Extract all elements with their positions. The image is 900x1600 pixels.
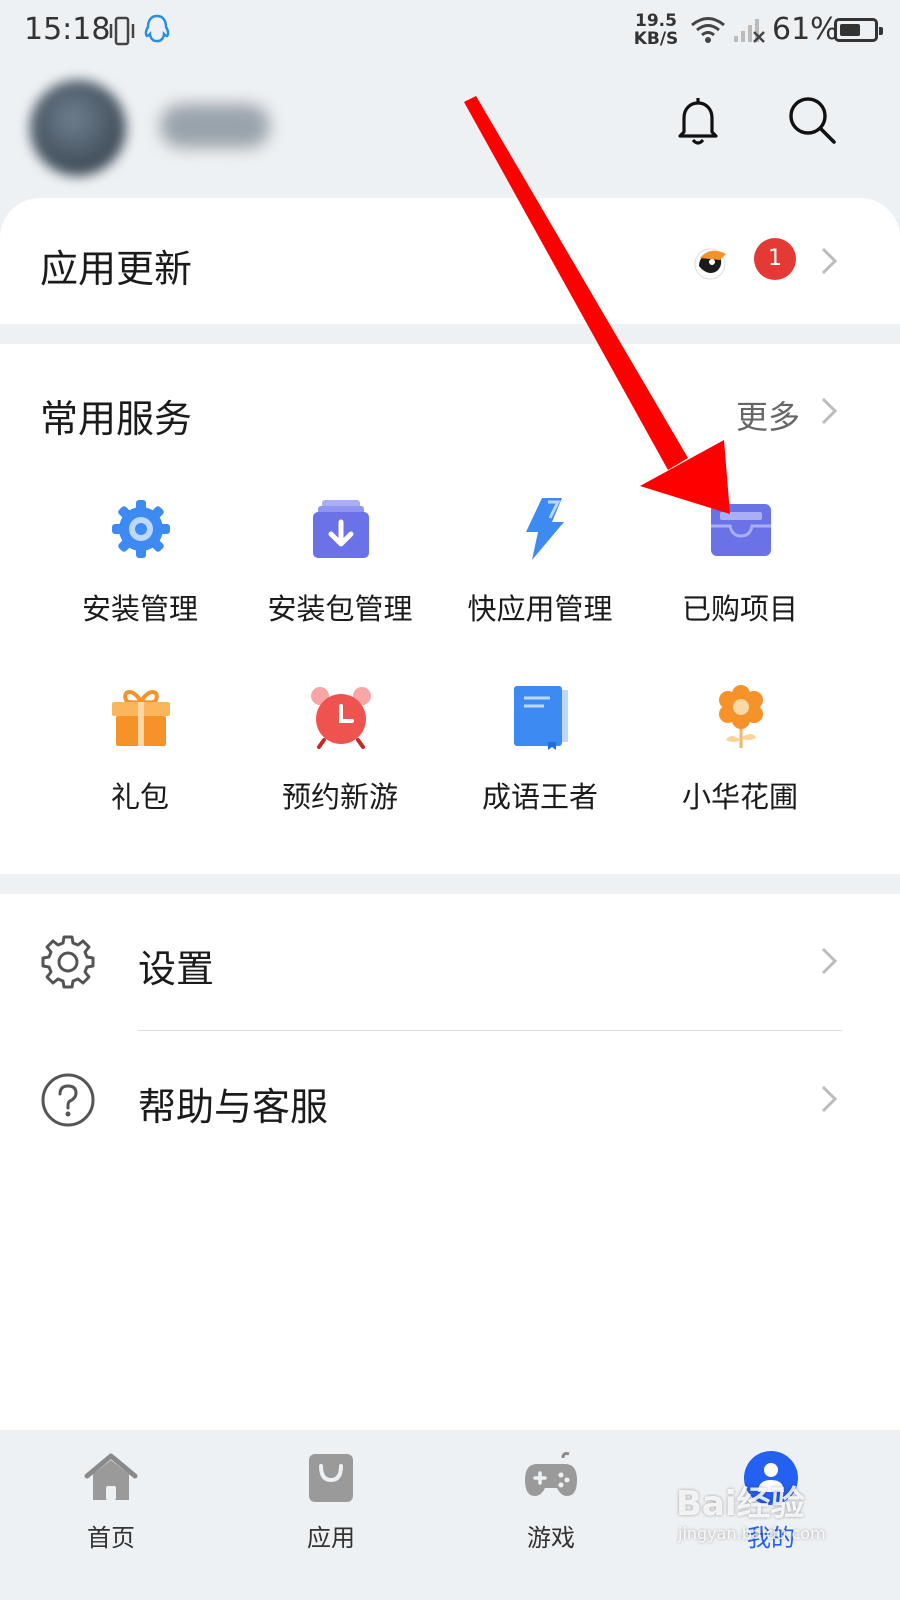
user-name-blurred[interactable] — [160, 104, 270, 148]
nav-apps[interactable]: 应用 — [266, 1450, 396, 1570]
gear-icon — [112, 500, 170, 558]
update-count-badge: 1 — [754, 238, 796, 280]
network-speed: 19.5 KB/S — [633, 11, 679, 49]
watermark: Bai经验 jingyan.baidu.com — [676, 1484, 826, 1543]
service-label: 安装管理 — [81, 592, 198, 626]
lightning-icon — [526, 498, 564, 560]
package-download-icon — [313, 500, 369, 558]
battery-icon — [834, 18, 883, 42]
help-row[interactable]: 帮助与客服 — [0, 1032, 900, 1168]
more-link[interactable]: 更多 — [736, 392, 800, 438]
gamepad-icon — [525, 1452, 577, 1496]
service-label: 安装包管理 — [267, 592, 413, 626]
nav-label: 首页 — [87, 1524, 135, 1552]
nav-label: 游戏 — [527, 1524, 575, 1552]
wallet-icon — [711, 504, 771, 556]
settings-label: 设置 — [138, 947, 215, 991]
wifi-icon — [691, 17, 725, 43]
chevron-right-icon[interactable] — [820, 396, 838, 426]
status-time: 15:18 — [24, 12, 111, 47]
help-icon — [41, 1073, 95, 1127]
nav-home[interactable]: 首页 — [46, 1450, 176, 1570]
app-update-title: 应用更新 — [40, 247, 193, 291]
service-label: 小华花圃 — [681, 780, 798, 814]
service-label: 快应用管理 — [467, 592, 613, 626]
service-label: 预约新游 — [281, 780, 398, 814]
vibrate-icon — [109, 16, 135, 46]
settings-icon — [41, 935, 95, 989]
bag-icon — [309, 1454, 353, 1502]
app-update-card[interactable]: 应用更新 1 — [0, 198, 900, 324]
bell-icon[interactable] — [670, 92, 726, 148]
toucan-app-icon — [694, 248, 726, 280]
qq-icon — [144, 14, 170, 43]
services-title: 常用服务 — [40, 397, 193, 441]
settings-row[interactable]: 设置 — [0, 894, 900, 1030]
service-label: 成语王者 — [481, 780, 598, 814]
common-services-card: 常用服务 更多 安装管理 安装包管理 快应用管理 已购项目 礼包 预约新游 成语… — [0, 344, 900, 874]
book-icon — [514, 686, 568, 750]
divider — [138, 1030, 842, 1031]
service-label: 已购项目 — [681, 592, 798, 626]
alarm-clock-icon — [311, 687, 371, 749]
nav-label: 应用 — [307, 1524, 355, 1552]
gift-icon — [112, 690, 170, 746]
chevron-right-icon — [821, 947, 838, 975]
user-avatar[interactable] — [30, 80, 126, 176]
signal-icon — [734, 19, 765, 43]
battery-percent: 61% — [772, 12, 839, 47]
chevron-right-icon — [821, 1085, 838, 1113]
flower-icon — [719, 685, 763, 748]
search-icon[interactable] — [784, 92, 840, 148]
service-label: 礼包 — [110, 780, 169, 814]
nav-games[interactable]: 游戏 — [486, 1450, 616, 1570]
chevron-right-icon — [821, 247, 838, 275]
status-bar: 15:18 19.5 KB/S 61% — [0, 0, 900, 66]
help-label: 帮助与客服 — [138, 1085, 329, 1129]
home-icon — [84, 1453, 138, 1500]
